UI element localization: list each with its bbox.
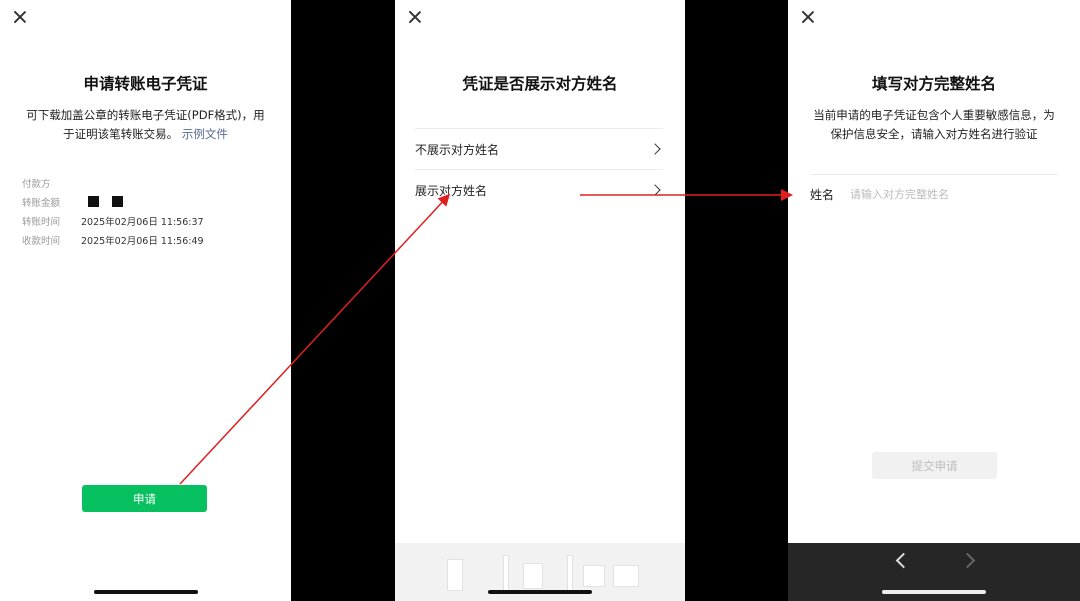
blurred-shape	[583, 565, 605, 587]
chevron-right-icon	[649, 184, 661, 196]
blurred-keyboard-area	[395, 543, 685, 601]
home-indicator	[93, 590, 198, 594]
option-label: 展示对方姓名	[415, 183, 488, 198]
redacted-block	[88, 196, 99, 207]
apply-button[interactable]: 申请	[82, 485, 207, 512]
option-hide-name[interactable]: 不展示对方姓名	[415, 128, 663, 169]
browser-navigation-bar	[788, 543, 1080, 601]
description-text: 可下载加盖公章的转账电子凭证(PDF格式)，用于证明该笔转账交易。	[26, 108, 265, 141]
enter-name-screen: 填写对方完整姓名 当前申请的电子凭证包含个人重要敏感信息，为保护信息安全，请输入…	[788, 0, 1080, 601]
page-title: 申请转账电子凭证	[83, 75, 208, 93]
chevron-right-icon	[649, 143, 661, 155]
blurred-shape	[613, 565, 639, 587]
name-field-row: 姓名	[810, 174, 1058, 213]
page-description: 可下载加盖公章的转账电子凭证(PDF格式)，用于证明该笔转账交易。 示例文件	[22, 106, 269, 144]
payer-label: 付款方	[22, 179, 51, 190]
blurred-shape	[503, 555, 509, 591]
name-input[interactable]	[848, 186, 1003, 202]
show-name-choice-screen: 凭证是否展示对方姓名 不展示对方姓名 展示对方姓名	[395, 0, 685, 601]
back-arrow-icon[interactable]	[895, 552, 912, 569]
close-icon[interactable]	[800, 9, 816, 25]
option-label: 不展示对方姓名	[415, 142, 500, 157]
apply-voucher-screen: 申请转账电子凭证 可下载加盖公章的转账电子凭证(PDF格式)，用于证明该笔转账交…	[0, 0, 291, 601]
blurred-shape	[447, 559, 463, 591]
page-description: 当前申请的电子凭证包含个人重要敏感信息，为保护信息安全，请输入对方姓名进行验证	[813, 108, 1055, 141]
example-file-link[interactable]: 示例文件	[182, 127, 228, 141]
close-icon[interactable]	[12, 9, 28, 25]
transfer-time-label: 转账时间	[22, 217, 61, 228]
home-indicator	[488, 590, 592, 594]
receive-time-value: 2025年02月06日 11:56:49	[81, 236, 204, 247]
forward-arrow-icon[interactable]	[959, 552, 976, 569]
amount-label: 转账金额	[22, 198, 61, 209]
blurred-shape	[567, 555, 573, 591]
receive-time-label: 收款时间	[22, 236, 61, 247]
option-show-name[interactable]: 展示对方姓名	[415, 169, 663, 210]
home-indicator	[882, 590, 986, 594]
submit-button[interactable]: 提交申请	[872, 452, 997, 479]
transfer-time-value: 2025年02月06日 11:56:37	[81, 217, 204, 228]
redacted-block	[112, 196, 123, 207]
blurred-shape	[523, 563, 543, 589]
close-icon[interactable]	[407, 9, 423, 25]
name-field-label: 姓名	[810, 187, 835, 202]
page-title: 凭证是否展示对方姓名	[462, 75, 618, 93]
page-title: 填写对方完整姓名	[871, 75, 996, 93]
